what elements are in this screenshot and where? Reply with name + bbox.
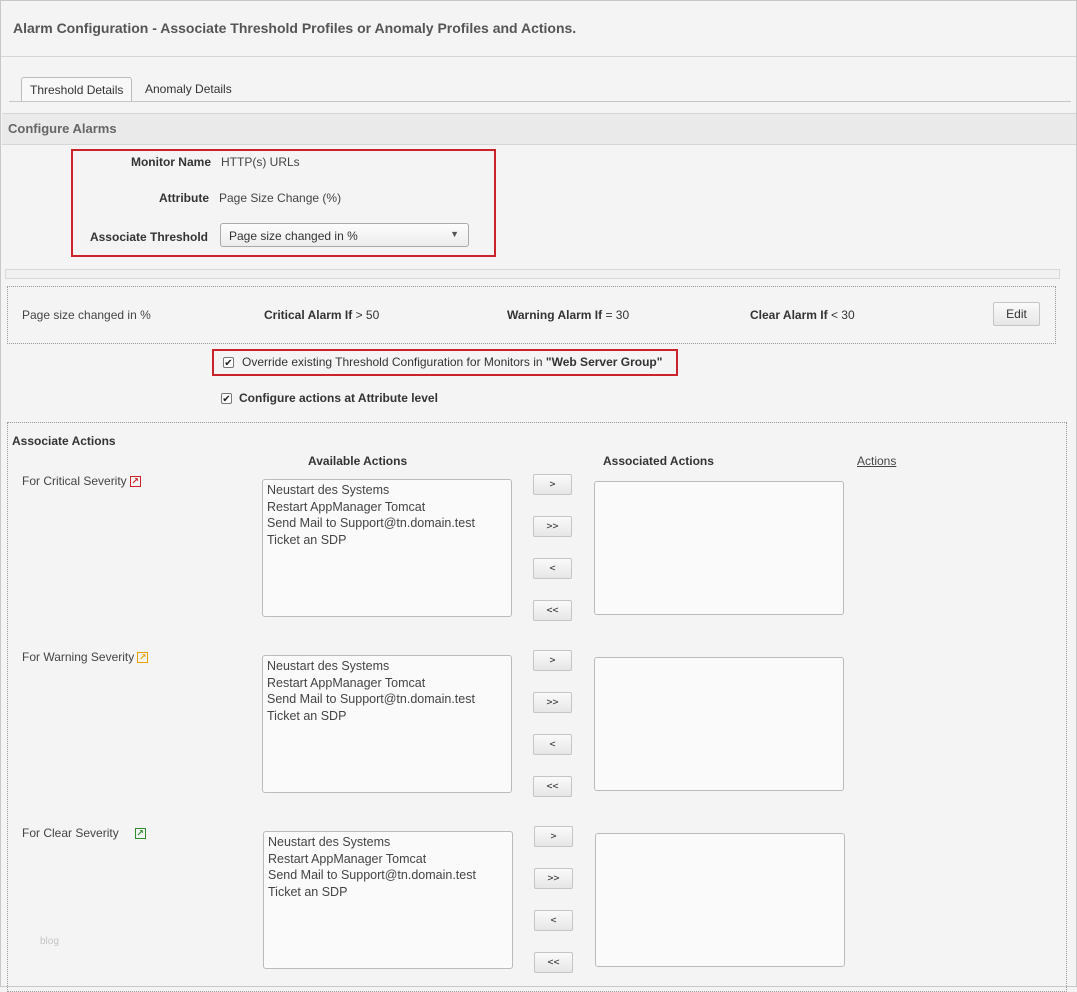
- warning-severity-label: For Warning Severity ↗: [22, 650, 149, 664]
- override-label: Override existing Threshold Configuratio…: [242, 355, 662, 369]
- edit-button[interactable]: Edit: [993, 302, 1040, 326]
- clear-label: Clear Alarm If: [750, 308, 828, 322]
- clear-move-all-right-button[interactable]: >>: [534, 868, 573, 889]
- critical-condition: Critical Alarm If > 50: [264, 308, 379, 322]
- warning-move-left-button[interactable]: <: [533, 734, 572, 755]
- warning-available-actions-list[interactable]: Neustart des Systems Restart AppManager …: [262, 655, 512, 793]
- tab-underline: [9, 101, 1071, 102]
- clear-severity-icon: ↗: [134, 828, 146, 840]
- warning-severity-text: For Warning Severity: [22, 650, 135, 664]
- attribute-label: Attribute: [159, 191, 209, 205]
- title-divider: [1, 56, 1076, 57]
- list-item[interactable]: Ticket an SDP: [267, 532, 507, 549]
- alarm-config-window: Alarm Configuration - Associate Threshol…: [0, 0, 1077, 992]
- critical-severity-text: For Critical Severity: [22, 474, 127, 488]
- override-group-name: "Web Server Group": [545, 355, 663, 369]
- attribute-level-checkbox[interactable]: ✔: [221, 393, 232, 405]
- associate-actions-title: Associate Actions: [12, 434, 116, 448]
- summary-threshold-name: Page size changed in %: [22, 308, 151, 322]
- clear-severity-text: For Clear Severity: [22, 826, 119, 840]
- section-title: Configure Alarms: [8, 121, 117, 136]
- configure-alarms-header: Configure Alarms: [2, 113, 1076, 145]
- clear-move-right-button[interactable]: >: [534, 826, 573, 847]
- warning-move-all-right-button[interactable]: >>: [533, 692, 572, 713]
- clear-available-actions-list[interactable]: Neustart des Systems Restart AppManager …: [263, 831, 513, 969]
- warning-associated-actions-list[interactable]: [594, 657, 844, 791]
- list-item[interactable]: Send Mail to Support@tn.domain.test: [267, 515, 507, 532]
- list-item[interactable]: Ticket an SDP: [267, 708, 507, 725]
- associated-actions-header: Associated Actions: [603, 454, 714, 468]
- chevron-down-icon: ▼: [450, 229, 459, 239]
- critical-associated-actions-list[interactable]: [594, 481, 844, 615]
- list-item[interactable]: Neustart des Systems: [267, 658, 507, 675]
- list-item[interactable]: Restart AppManager Tomcat: [267, 499, 507, 516]
- clear-severity-label: For Clear Severity ↗: [22, 826, 146, 840]
- threshold-selected-value: Page size changed in %: [229, 229, 358, 243]
- attribute-value: Page Size Change (%): [219, 191, 342, 205]
- warning-move-right-button[interactable]: >: [533, 650, 572, 671]
- critical-label: Critical Alarm If: [264, 308, 353, 322]
- warning-condition: Warning Alarm If = 30: [507, 308, 629, 322]
- tab-anomaly-details[interactable]: Anomaly Details: [137, 77, 240, 101]
- list-item[interactable]: Neustart des Systems: [267, 482, 507, 499]
- override-checkbox[interactable]: ✔: [223, 357, 234, 369]
- list-item[interactable]: Send Mail to Support@tn.domain.test: [267, 691, 507, 708]
- available-actions-header: Available Actions: [308, 454, 408, 468]
- critical-severity-label: For Critical Severity ↗: [22, 474, 141, 488]
- warning-value: = 30: [605, 308, 630, 322]
- critical-move-all-right-button[interactable]: >>: [533, 516, 572, 537]
- attribute-level-label: Configure actions at Attribute level: [239, 391, 438, 405]
- warning-label: Warning Alarm If: [507, 308, 603, 322]
- critical-value: > 50: [355, 308, 380, 322]
- critical-move-left-button[interactable]: <: [533, 558, 572, 579]
- clear-associated-actions-list[interactable]: [595, 833, 845, 967]
- list-item[interactable]: Neustart des Systems: [268, 834, 508, 851]
- horizontal-scrollbar[interactable]: [5, 269, 1060, 279]
- watermark-text: blog: [40, 936, 59, 947]
- warning-move-all-left-button[interactable]: <<: [533, 776, 572, 797]
- associate-threshold-label: Associate Threshold: [89, 230, 208, 244]
- clear-value: < 30: [830, 308, 855, 322]
- override-text: Override existing Threshold Configuratio…: [242, 355, 546, 369]
- list-item[interactable]: Ticket an SDP: [268, 884, 508, 901]
- clear-move-all-left-button[interactable]: <<: [534, 952, 573, 973]
- actions-link[interactable]: Actions: [857, 454, 896, 468]
- warning-severity-icon: ↗: [137, 652, 149, 664]
- list-item[interactable]: Restart AppManager Tomcat: [267, 675, 507, 692]
- critical-available-actions-list[interactable]: Neustart des Systems Restart AppManager …: [262, 479, 512, 617]
- list-item[interactable]: Restart AppManager Tomcat: [268, 851, 508, 868]
- critical-move-all-left-button[interactable]: <<: [533, 600, 572, 621]
- clear-condition: Clear Alarm If < 30: [750, 308, 855, 322]
- monitor-name-label: Monitor Name: [130, 155, 211, 169]
- critical-severity-icon: ↗: [129, 476, 141, 488]
- associate-threshold-select[interactable]: Page size changed in % ▼: [220, 223, 469, 247]
- tab-threshold-details[interactable]: Threshold Details: [21, 77, 133, 102]
- page-title: Alarm Configuration - Associate Threshol…: [13, 20, 577, 36]
- monitor-name-value: HTTP(s) URLs: [221, 155, 300, 169]
- critical-move-right-button[interactable]: >: [533, 474, 572, 495]
- clear-move-left-button[interactable]: <: [534, 910, 573, 931]
- list-item[interactable]: Send Mail to Support@tn.domain.test: [268, 867, 508, 884]
